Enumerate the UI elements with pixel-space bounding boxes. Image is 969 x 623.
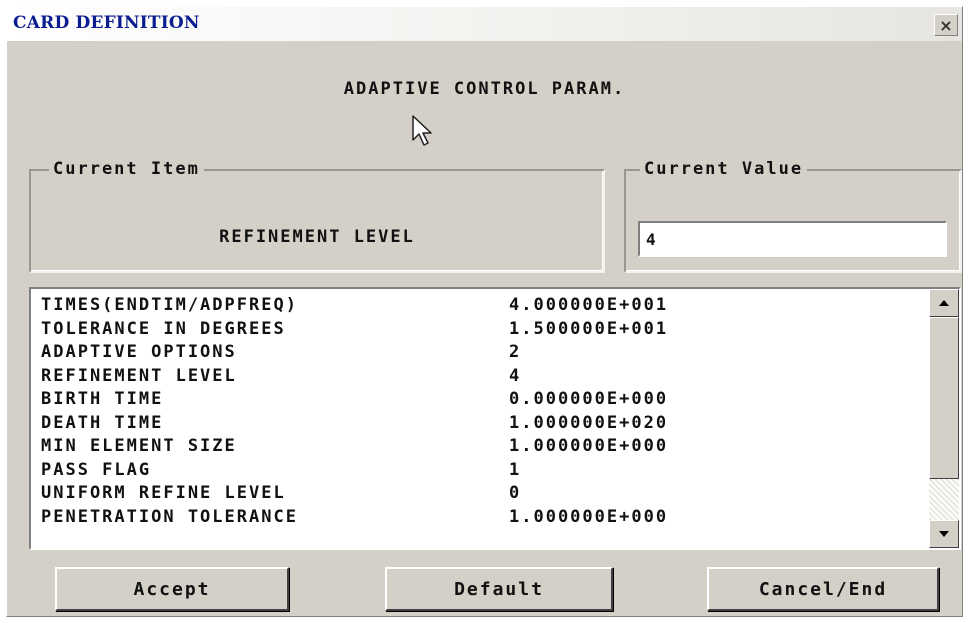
- parameter-value: 0.000000E+000: [509, 389, 669, 409]
- parameter-name: TOLERANCE IN DEGREES: [41, 318, 286, 339]
- parameter-value: 4.000000E+001: [509, 295, 669, 315]
- list-item[interactable]: BIRTH TIME 0.000000E+000: [41, 389, 923, 413]
- accept-button[interactable]: Accept: [55, 567, 289, 611]
- close-icon: ×: [939, 15, 953, 35]
- default-button[interactable]: Default: [385, 567, 613, 611]
- parameter-value: 4: [509, 365, 522, 386]
- parameter-name: TIMES(ENDTIM/ADPFREQ): [41, 295, 298, 315]
- parameter-name: UNIFORM REFINE LEVEL: [41, 483, 286, 503]
- scroll-up-arrow-icon: [939, 300, 949, 306]
- parameter-value: 1: [509, 459, 522, 480]
- current-item-label: Current Item: [49, 159, 204, 179]
- parameter-name: MIN ELEMENT SIZE: [41, 436, 237, 456]
- parameter-name: ADAPTIVE OPTIONS: [41, 342, 237, 362]
- current-value-group: Current Value: [624, 159, 962, 273]
- parameter-value: 1.000000E+020: [509, 412, 669, 433]
- current-item-group: Current Item REFINEMENT LEVEL: [29, 159, 605, 273]
- parameter-name: REFINEMENT LEVEL: [41, 365, 237, 386]
- parameter-name: DEATH TIME: [41, 412, 164, 433]
- parameter-value: 0: [509, 483, 522, 503]
- parameter-value: 1.500000E+001: [509, 318, 669, 339]
- parameter-rows: TIMES(ENDTIM/ADPFREQ) 4.000000E+001 TOLERA…: [41, 295, 923, 530]
- scrollbar-thumb[interactable]: [929, 317, 959, 479]
- scroll-up-button[interactable]: [929, 289, 959, 317]
- list-item[interactable]: MIN ELEMENT SIZE 1.000000E+000: [41, 436, 923, 460]
- card-heading: ADAPTIVE CONTROL PARAM.: [343, 79, 626, 99]
- current-item-name: REFINEMENT LEVEL: [219, 227, 415, 247]
- parameter-value: 2: [509, 342, 522, 362]
- parameter-name: BIRTH TIME: [41, 389, 164, 409]
- parameter-name: PENETRATION TOLERANCE: [41, 506, 298, 527]
- list-item[interactable]: ADAPTIVE OPTIONS 2: [41, 342, 923, 366]
- vertical-scrollbar[interactable]: [929, 289, 959, 548]
- window-title: CARD DEFINITION: [13, 13, 200, 33]
- parameter-value: 1.000000E+000: [509, 436, 669, 456]
- parameter-value: 1.000000E+000: [509, 506, 669, 527]
- list-item[interactable]: PENETRATION TOLERANCE 1.000000E+000: [41, 507, 923, 531]
- parameter-list[interactable]: TIMES(ENDTIM/ADPFREQ) 4.000000E+001 TOLERA…: [29, 287, 961, 550]
- scroll-down-button[interactable]: [929, 520, 959, 548]
- title-bar[interactable]: CARD DEFINITION ×: [7, 7, 962, 41]
- current-value-label: Current Value: [640, 159, 808, 179]
- list-item[interactable]: UNIFORM REFINE LEVEL 0: [41, 483, 923, 507]
- list-item[interactable]: REFINEMENT LEVEL 4: [41, 366, 923, 390]
- list-item[interactable]: DEATH TIME 1.000000E+020: [41, 413, 923, 437]
- card-definition-dialog: CARD DEFINITION × ADAPTIVE CONTROL PARAM…: [6, 6, 963, 617]
- list-item[interactable]: TOLERANCE IN DEGREES 1.500000E+001: [41, 319, 923, 343]
- current-value-input[interactable]: [638, 221, 947, 257]
- mouse-pointer-icon: [412, 115, 432, 146]
- list-item[interactable]: TIMES(ENDTIM/ADPFREQ) 4.000000E+001: [41, 295, 923, 319]
- cancel-end-button[interactable]: Cancel/End: [707, 567, 939, 611]
- close-button[interactable]: ×: [934, 14, 958, 36]
- parameter-name: PASS FLAG: [41, 459, 152, 480]
- list-item[interactable]: PASS FLAG 1: [41, 460, 923, 484]
- scroll-down-arrow-icon: [939, 531, 949, 537]
